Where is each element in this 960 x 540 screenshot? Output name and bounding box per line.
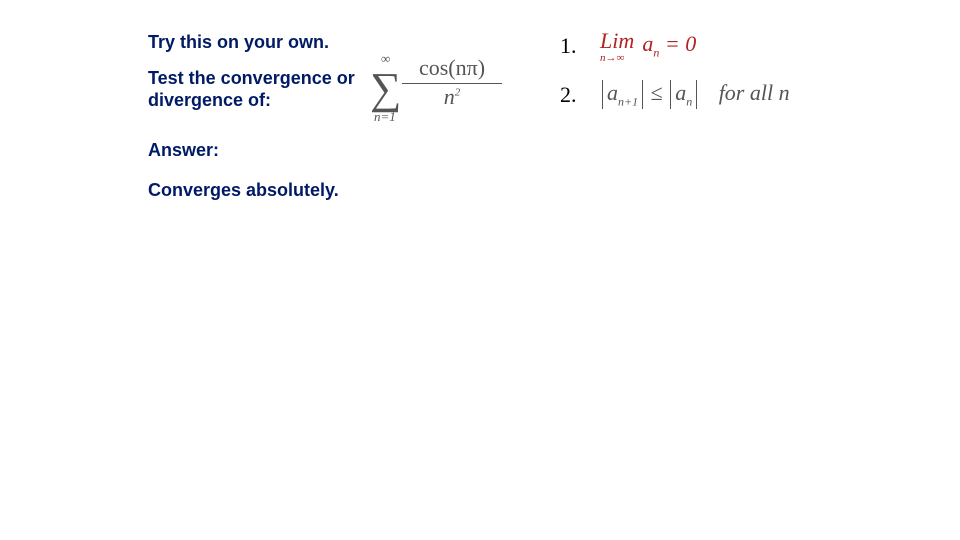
for-all-n: for all n [719,80,790,105]
abs-an1: an+1 [602,80,643,109]
denominator: n2 [402,84,502,110]
an2-base: a [675,80,686,105]
condition-2-number: 2. [560,82,600,108]
an-base: a [642,31,653,56]
answer-label: Answer: [148,140,219,162]
condition-1-expr: Lim n→∞ an = 0 [600,28,696,64]
sigma-symbol: ∑ [370,63,401,114]
numerator: cos(nπ) [402,55,502,84]
abs-an2: an [670,80,697,109]
condition-1: 1. Lim n→∞ an = 0 [560,28,790,64]
sum-lower-limit: n=1 [374,109,396,125]
heading-try: Try this on your own. [148,32,329,54]
an2-sub: n [686,94,692,108]
heading-prompt: Test the convergence or divergence of: [148,68,358,111]
conditions-list: 1. Lim n→∞ an = 0 2. an+1 ≤ an for all n [560,28,790,125]
denom-exp: 2 [455,87,461,99]
answer-value: Converges absolutely. [148,180,339,202]
an1-base: a [607,80,618,105]
leq: ≤ [645,80,668,105]
fraction: cos(nπ) n2 [402,55,502,110]
condition-1-number: 1. [560,33,600,59]
condition-2-expr: an+1 ≤ an for all n [600,80,790,109]
numerator-text: cos(nπ) [419,55,485,80]
slide-page: Try this on your own. Test the convergen… [0,0,960,540]
lim-subscript: n→∞ [600,52,624,64]
denom-base: n [444,84,455,109]
lim-text: Lim [600,28,634,53]
condition-2: 2. an+1 ≤ an for all n [560,80,790,109]
eq-zero: = 0 [659,31,696,56]
an1-sub: n+1 [618,94,638,108]
